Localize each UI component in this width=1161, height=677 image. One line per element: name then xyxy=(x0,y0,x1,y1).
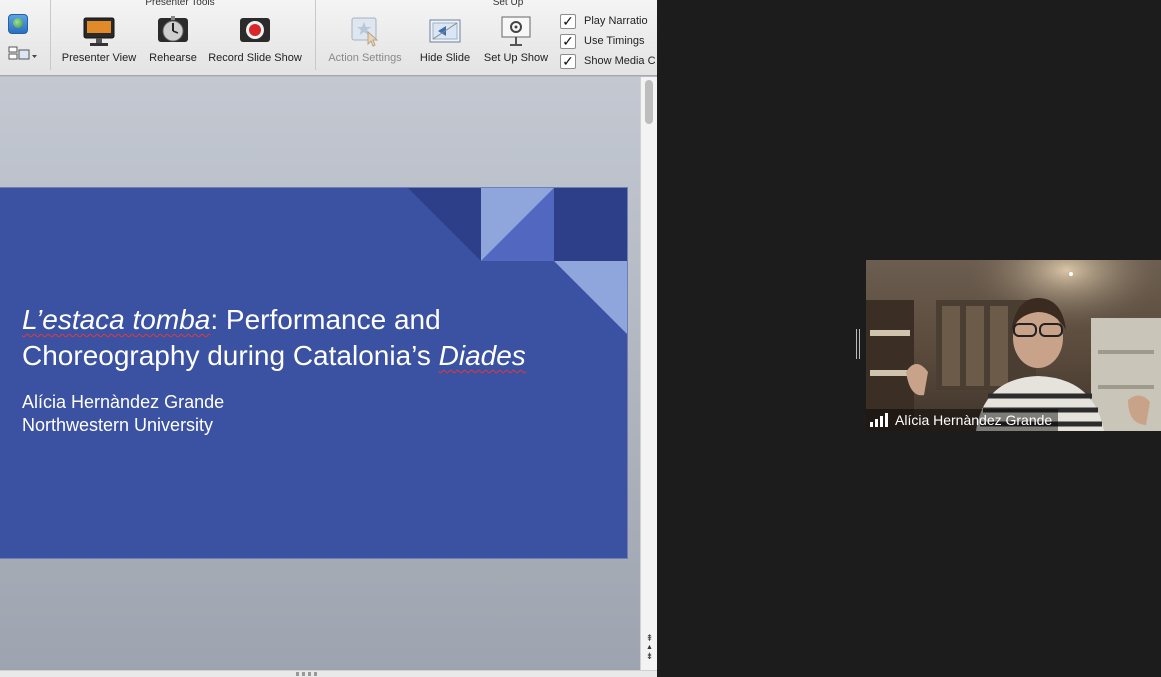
hide-slide-label: Hide Slide xyxy=(419,52,471,64)
slide-title-line-2-text: Choreography during Catalonia’s xyxy=(22,340,439,371)
checkmark-icon: ✓ xyxy=(560,13,576,29)
stopwatch-icon xyxy=(156,14,190,48)
previous-slide-icon[interactable]: ⇞ xyxy=(643,634,656,643)
participant-video-tile[interactable]: Alícia Hernàndez Grande xyxy=(866,260,1161,431)
set-up-show-button[interactable]: Set Up Show xyxy=(480,14,552,64)
slide-author-block[interactable]: Alícia Hernàndez Grande Northwestern Uni… xyxy=(22,391,224,437)
hide-slide-icon xyxy=(428,14,462,48)
slide-title-line-2: Choreography during Catalonia’s Diades xyxy=(22,338,602,374)
checkmark-icon: ✓ xyxy=(560,53,576,69)
splitter-grip-icon[interactable] xyxy=(296,672,320,676)
group-title-presenter-tools: Presenter Tools xyxy=(145,0,215,8)
show-media-controls-checkbox[interactable]: ✓ Show Media C xyxy=(560,53,656,69)
presenter-view-icon xyxy=(82,14,116,48)
connection-signal-icon xyxy=(870,413,888,427)
scrollbar-thumb[interactable] xyxy=(645,80,653,124)
ribbon-separator xyxy=(315,0,316,70)
play-narrations-checkbox[interactable]: ✓ Play Narratio xyxy=(560,13,648,29)
slide-title-line-2-italic: Diades xyxy=(438,340,526,371)
presenter-view-label: Presenter View xyxy=(61,52,137,64)
participant-name: Alícia Hernàndez Grande xyxy=(895,412,1053,428)
record-slide-show-button[interactable]: Record Slide Show xyxy=(204,14,306,64)
rehearse-label: Rehearse xyxy=(149,52,197,64)
show-media-controls-label: Show Media C xyxy=(584,55,656,67)
slide-title-rest: : Performance and xyxy=(210,304,441,335)
ribbon: Presenter Tools Presenter View Rehearse … xyxy=(0,0,657,76)
slide[interactable]: L’estaca tomba: Performance and Choreogr… xyxy=(0,188,627,558)
ribbon-separator xyxy=(50,0,51,70)
panel-resize-handle[interactable] xyxy=(856,329,860,359)
vertical-scrollbar[interactable]: ⇞ ▲ ⇟ xyxy=(640,77,657,670)
use-timings-label: Use Timings xyxy=(584,35,645,47)
play-narrations-label: Play Narratio xyxy=(584,15,648,27)
use-timings-checkbox[interactable]: ✓ Use Timings xyxy=(560,33,645,49)
action-settings-button[interactable]: Action Settings xyxy=(323,14,407,64)
slide-title-line-1: L’estaca tomba: Performance and xyxy=(22,302,602,338)
slide-affiliation: Northwestern University xyxy=(22,415,214,435)
globe-icon[interactable] xyxy=(8,14,28,34)
presenter-view-button[interactable]: Presenter View xyxy=(58,14,140,64)
layout-dropdown-icon[interactable] xyxy=(8,46,38,66)
participant-nameplate: Alícia Hernàndez Grande xyxy=(866,409,1059,431)
hide-slide-button[interactable]: Hide Slide xyxy=(416,14,474,64)
record-icon xyxy=(238,14,272,48)
horizontal-splitter[interactable] xyxy=(0,670,657,677)
next-slide-icon[interactable]: ⇟ xyxy=(643,652,656,661)
set-up-show-label: Set Up Show xyxy=(483,52,549,64)
checkmark-icon: ✓ xyxy=(560,33,576,49)
participant-video-feed xyxy=(866,260,1161,431)
slide-title[interactable]: L’estaca tomba: Performance and Choreogr… xyxy=(22,302,602,374)
action-settings-icon xyxy=(348,14,382,48)
set-up-show-icon xyxy=(499,14,533,48)
slide-author-name: Alícia Hernàndez Grande xyxy=(22,392,225,412)
record-slide-show-label: Record Slide Show xyxy=(208,52,302,64)
rehearse-button[interactable]: Rehearse xyxy=(146,14,200,64)
group-title-set-up: Set Up xyxy=(492,0,524,8)
powerpoint-window: Presenter Tools Presenter View Rehearse … xyxy=(0,0,657,677)
slide-title-italic: L’estaca tomba xyxy=(22,304,211,335)
action-settings-label: Action Settings xyxy=(328,52,402,64)
slide-navigation-arrows: ⇞ ▲ ⇟ xyxy=(643,634,656,670)
